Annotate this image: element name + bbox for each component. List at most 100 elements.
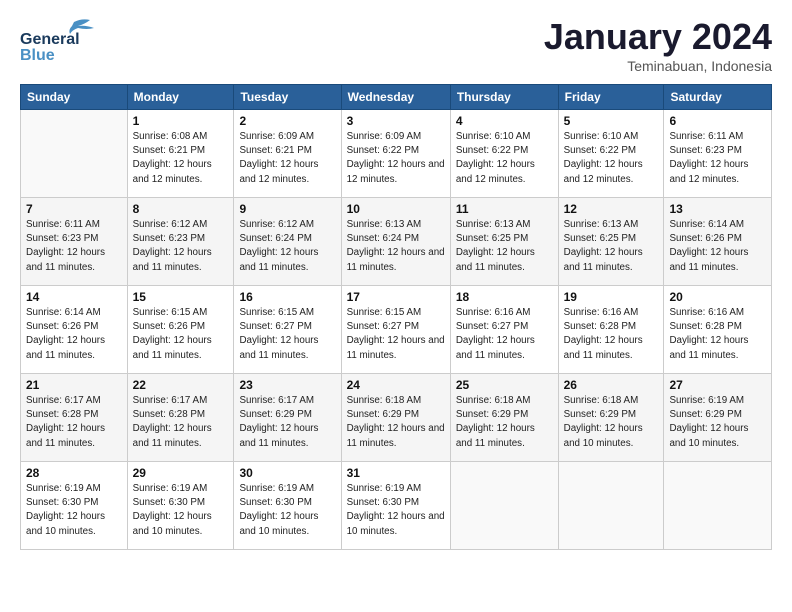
day-number: 18 [456,290,553,304]
calendar-cell: 15 Sunrise: 6:15 AM Sunset: 6:26 PM Dayl… [127,286,234,374]
day-info: Sunrise: 6:19 AM Sunset: 6:30 PM Dayligh… [239,482,335,539]
day-info: Sunrise: 6:19 AM Sunset: 6:29 PM Dayligh… [669,394,766,451]
day-number: 6 [669,114,766,128]
day-number: 26 [564,378,659,392]
calendar-cell: 16 Sunrise: 6:15 AM Sunset: 6:27 PM Dayl… [234,286,341,374]
day-info: Sunrise: 6:18 AM Sunset: 6:29 PM Dayligh… [347,394,445,451]
calendar-cell: 21 Sunrise: 6:17 AM Sunset: 6:28 PM Dayl… [21,374,128,462]
calendar-cell [558,462,664,550]
day-info: Sunrise: 6:17 AM Sunset: 6:28 PM Dayligh… [133,394,229,451]
day-info: Sunrise: 6:13 AM Sunset: 6:25 PM Dayligh… [564,218,659,275]
day-number: 29 [133,466,229,480]
week-row-5: 28 Sunrise: 6:19 AM Sunset: 6:30 PM Dayl… [21,462,772,550]
col-header-thursday: Thursday [450,85,558,110]
calendar-cell: 30 Sunrise: 6:19 AM Sunset: 6:30 PM Dayl… [234,462,341,550]
day-info: Sunrise: 6:19 AM Sunset: 6:30 PM Dayligh… [347,482,445,539]
day-number: 23 [239,378,335,392]
day-number: 25 [456,378,553,392]
col-header-sunday: Sunday [21,85,128,110]
col-header-friday: Friday [558,85,664,110]
day-number: 21 [26,378,122,392]
day-number: 16 [239,290,335,304]
day-number: 13 [669,202,766,216]
calendar-cell: 1 Sunrise: 6:08 AM Sunset: 6:21 PM Dayli… [127,110,234,198]
week-row-2: 7 Sunrise: 6:11 AM Sunset: 6:23 PM Dayli… [21,198,772,286]
day-number: 7 [26,202,122,216]
col-header-saturday: Saturday [664,85,772,110]
calendar-cell: 23 Sunrise: 6:17 AM Sunset: 6:29 PM Dayl… [234,374,341,462]
day-info: Sunrise: 6:11 AM Sunset: 6:23 PM Dayligh… [669,130,766,187]
day-info: Sunrise: 6:13 AM Sunset: 6:24 PM Dayligh… [347,218,445,275]
day-info: Sunrise: 6:15 AM Sunset: 6:27 PM Dayligh… [239,306,335,363]
calendar-cell [664,462,772,550]
calendar-cell: 14 Sunrise: 6:14 AM Sunset: 6:26 PM Dayl… [21,286,128,374]
calendar-cell [450,462,558,550]
day-info: Sunrise: 6:09 AM Sunset: 6:22 PM Dayligh… [347,130,445,187]
day-number: 8 [133,202,229,216]
day-number: 30 [239,466,335,480]
month-title: January 2024 [544,16,772,58]
header: General Blue January 2024 Teminabuan, In… [20,16,772,74]
col-header-wednesday: Wednesday [341,85,450,110]
day-info: Sunrise: 6:18 AM Sunset: 6:29 PM Dayligh… [564,394,659,451]
calendar-cell: 2 Sunrise: 6:09 AM Sunset: 6:21 PM Dayli… [234,110,341,198]
calendar-cell: 12 Sunrise: 6:13 AM Sunset: 6:25 PM Dayl… [558,198,664,286]
calendar-cell: 10 Sunrise: 6:13 AM Sunset: 6:24 PM Dayl… [341,198,450,286]
calendar-cell: 31 Sunrise: 6:19 AM Sunset: 6:30 PM Dayl… [341,462,450,550]
calendar-cell: 27 Sunrise: 6:19 AM Sunset: 6:29 PM Dayl… [664,374,772,462]
calendar-table: SundayMondayTuesdayWednesdayThursdayFrid… [20,84,772,550]
day-number: 2 [239,114,335,128]
day-number: 12 [564,202,659,216]
calendar-cell: 29 Sunrise: 6:19 AM Sunset: 6:30 PM Dayl… [127,462,234,550]
day-info: Sunrise: 6:16 AM Sunset: 6:28 PM Dayligh… [669,306,766,363]
day-info: Sunrise: 6:15 AM Sunset: 6:27 PM Dayligh… [347,306,445,363]
day-number: 28 [26,466,122,480]
col-header-monday: Monday [127,85,234,110]
day-number: 9 [239,202,335,216]
day-number: 27 [669,378,766,392]
day-number: 10 [347,202,445,216]
calendar-cell: 5 Sunrise: 6:10 AM Sunset: 6:22 PM Dayli… [558,110,664,198]
day-number: 15 [133,290,229,304]
calendar-cell: 17 Sunrise: 6:15 AM Sunset: 6:27 PM Dayl… [341,286,450,374]
day-number: 17 [347,290,445,304]
week-row-1: 1 Sunrise: 6:08 AM Sunset: 6:21 PM Dayli… [21,110,772,198]
calendar-cell: 8 Sunrise: 6:12 AM Sunset: 6:23 PM Dayli… [127,198,234,286]
day-info: Sunrise: 6:12 AM Sunset: 6:24 PM Dayligh… [239,218,335,275]
svg-text:General: General [20,31,80,48]
day-info: Sunrise: 6:09 AM Sunset: 6:21 PM Dayligh… [239,130,335,187]
day-info: Sunrise: 6:10 AM Sunset: 6:22 PM Dayligh… [456,130,553,187]
day-number: 1 [133,114,229,128]
day-info: Sunrise: 6:13 AM Sunset: 6:25 PM Dayligh… [456,218,553,275]
day-info: Sunrise: 6:11 AM Sunset: 6:23 PM Dayligh… [26,218,122,275]
day-info: Sunrise: 6:16 AM Sunset: 6:28 PM Dayligh… [564,306,659,363]
day-number: 4 [456,114,553,128]
calendar-cell: 18 Sunrise: 6:16 AM Sunset: 6:27 PM Dayl… [450,286,558,374]
page: General Blue January 2024 Teminabuan, In… [0,0,792,612]
calendar-cell: 3 Sunrise: 6:09 AM Sunset: 6:22 PM Dayli… [341,110,450,198]
day-info: Sunrise: 6:10 AM Sunset: 6:22 PM Dayligh… [564,130,659,187]
day-info: Sunrise: 6:16 AM Sunset: 6:27 PM Dayligh… [456,306,553,363]
calendar-cell: 6 Sunrise: 6:11 AM Sunset: 6:23 PM Dayli… [664,110,772,198]
calendar-cell: 24 Sunrise: 6:18 AM Sunset: 6:29 PM Dayl… [341,374,450,462]
day-number: 11 [456,202,553,216]
day-info: Sunrise: 6:17 AM Sunset: 6:28 PM Dayligh… [26,394,122,451]
day-info: Sunrise: 6:12 AM Sunset: 6:23 PM Dayligh… [133,218,229,275]
calendar-cell: 13 Sunrise: 6:14 AM Sunset: 6:26 PM Dayl… [664,198,772,286]
day-number: 31 [347,466,445,480]
calendar-cell: 19 Sunrise: 6:16 AM Sunset: 6:28 PM Dayl… [558,286,664,374]
day-number: 20 [669,290,766,304]
day-info: Sunrise: 6:08 AM Sunset: 6:21 PM Dayligh… [133,130,229,187]
calendar-cell: 26 Sunrise: 6:18 AM Sunset: 6:29 PM Dayl… [558,374,664,462]
day-number: 22 [133,378,229,392]
col-header-tuesday: Tuesday [234,85,341,110]
day-number: 3 [347,114,445,128]
day-number: 24 [347,378,445,392]
calendar-cell: 20 Sunrise: 6:16 AM Sunset: 6:28 PM Dayl… [664,286,772,374]
day-info: Sunrise: 6:18 AM Sunset: 6:29 PM Dayligh… [456,394,553,451]
day-info: Sunrise: 6:14 AM Sunset: 6:26 PM Dayligh… [26,306,122,363]
calendar-cell: 7 Sunrise: 6:11 AM Sunset: 6:23 PM Dayli… [21,198,128,286]
calendar-cell: 25 Sunrise: 6:18 AM Sunset: 6:29 PM Dayl… [450,374,558,462]
day-info: Sunrise: 6:19 AM Sunset: 6:30 PM Dayligh… [26,482,122,539]
calendar-cell: 22 Sunrise: 6:17 AM Sunset: 6:28 PM Dayl… [127,374,234,462]
